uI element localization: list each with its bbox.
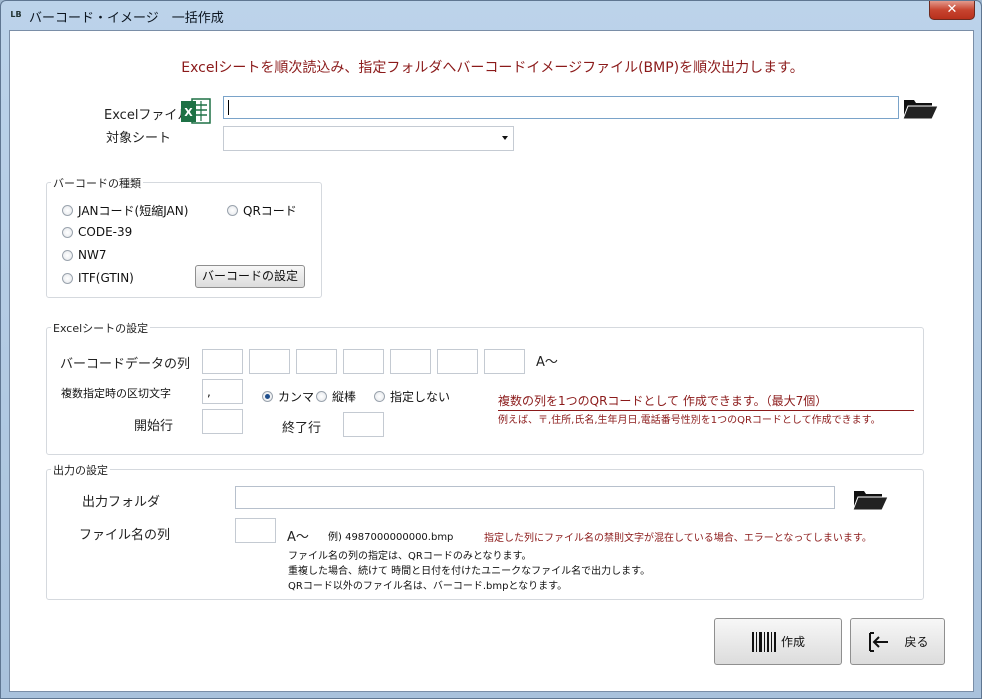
radio-dot: [374, 391, 385, 402]
radio-delim-none[interactable]: 指定しない: [374, 388, 450, 405]
radio-jan[interactable]: JANコード(短縮JAN): [62, 202, 188, 219]
title-bar[interactable]: LB バーコード・イメージ 一括作成 ✕: [1, 1, 981, 29]
sheet-settings-title: Excelシートの設定: [51, 320, 151, 336]
filename-example: 例) 4987000000000.bmp: [328, 532, 454, 543]
filename-col-input[interactable]: [235, 518, 276, 543]
delimiter-input[interactable]: ,: [202, 379, 243, 404]
sheet-label: 対象シート: [106, 131, 172, 146]
data-col-input-4[interactable]: [343, 349, 384, 374]
create-button-label: 作成: [780, 635, 805, 649]
filename-col-label: ファイル名の列: [79, 528, 171, 543]
main-panel: Excelシートを順次読込み、指定フォルダへバーコードイメージファイル(BMP)…: [9, 30, 974, 692]
barcode-settings-button[interactable]: バーコードの設定: [195, 265, 305, 288]
folder-open-icon[interactable]: [902, 94, 940, 122]
data-col-input-5[interactable]: [390, 349, 431, 374]
radio-itf-label: ITF(GTIN): [78, 271, 134, 285]
radio-delim-bar[interactable]: 縦棒: [316, 388, 356, 405]
data-col-label: バーコードデータの列: [60, 357, 191, 372]
radio-nw7[interactable]: NW7: [62, 248, 106, 262]
radio-code39[interactable]: CODE-39: [62, 225, 132, 239]
output-folder-input[interactable]: [235, 486, 835, 509]
folder-open-icon[interactable]: [852, 485, 890, 513]
radio-delim-comma[interactable]: カンマ: [262, 388, 314, 405]
radio-itf[interactable]: ITF(GTIN): [62, 271, 134, 285]
radio-delim-comma-label: カンマ: [278, 390, 315, 404]
radio-nw7-label: NW7: [78, 248, 107, 262]
start-row-input[interactable]: [202, 409, 243, 434]
data-col-suffix: A～: [536, 355, 558, 370]
radio-dot: [62, 226, 73, 238]
radio-delim-bar-label: 縦棒: [332, 390, 357, 404]
filename-note-1: ファイル名の列の指定は、QRコードのみとなります。: [288, 551, 532, 562]
svg-text:X: X: [184, 106, 193, 119]
radio-jan-label: JANコード(短縮JAN): [78, 204, 189, 218]
text-caret: [228, 100, 229, 115]
filename-warning: 指定した列にファイル名の禁則文字が混在している場合、エラーとなってしまいます。: [484, 533, 872, 544]
data-col-input-6[interactable]: [437, 349, 478, 374]
end-row-input[interactable]: [343, 412, 384, 437]
multi-column-example: 例えば、〒,住所,氏名,生年月日,電話番号性別を1つのQRコードとして作成できま…: [498, 415, 881, 426]
sheet-combobox[interactable]: [223, 126, 514, 151]
create-button[interactable]: 作成: [714, 618, 842, 665]
radio-delim-none-label: 指定しない: [390, 390, 451, 404]
output-folder-label: 出力フォルダ: [82, 495, 161, 510]
back-button-label: 戻る: [904, 635, 929, 649]
end-row-label: 終了行: [282, 421, 322, 436]
output-settings-title: 出力の設定: [51, 462, 110, 478]
excel-file-input[interactable]: [223, 96, 899, 119]
close-button[interactable]: ✕: [929, 1, 975, 20]
data-col-input-1[interactable]: [202, 349, 243, 374]
radio-dot: [62, 205, 73, 216]
radio-qr[interactable]: QRコード: [227, 202, 297, 219]
window-title: バーコード・イメージ 一括作成: [29, 11, 224, 26]
radio-qr-label: QRコード: [243, 204, 297, 218]
back-button[interactable]: 戻る: [850, 618, 945, 665]
radio-dot: [316, 391, 327, 402]
radio-code39-label: CODE-39: [78, 225, 133, 239]
data-col-input-3[interactable]: [296, 349, 337, 374]
excel-file-label: Excelファイル: [104, 108, 191, 123]
radio-dot: [62, 272, 73, 284]
barcode-type-title: バーコードの種類: [51, 175, 143, 191]
excel-icon: X: [181, 98, 211, 124]
delimiter-label: 複数指定時の区切文字: [61, 387, 171, 400]
filename-note-3: QRコード以外のファイル名は、バーコード.bmpとなります。: [288, 581, 568, 592]
app-window: LB バーコード・イメージ 一括作成 ✕ Excelシートを順次読込み、指定フォ…: [0, 0, 982, 699]
filename-note-2: 重複した場合、続けて 時間と日付を付けたユニークなファイル名で出力します。: [288, 566, 651, 577]
app-icon: LB: [10, 10, 22, 19]
data-col-input-7[interactable]: [484, 349, 525, 374]
start-row-label: 開始行: [134, 419, 174, 434]
radio-dot: [62, 249, 73, 261]
radio-dot-checked: [262, 391, 273, 402]
barcode-icon: [751, 631, 776, 652]
chevron-down-icon: [502, 136, 508, 140]
filename-col-suffix: A～: [287, 530, 309, 545]
sheet-settings-group: [46, 327, 924, 455]
data-col-input-2[interactable]: [249, 349, 290, 374]
exit-arrow-icon: [869, 631, 889, 652]
radio-dot: [227, 205, 238, 216]
multi-column-note: 複数の列を1つのQRコードとして 作成できます。（最大7個）: [498, 392, 914, 411]
headline-text: Excelシートを順次読込み、指定フォルダへバーコードイメージファイル(BMP)…: [181, 60, 804, 76]
